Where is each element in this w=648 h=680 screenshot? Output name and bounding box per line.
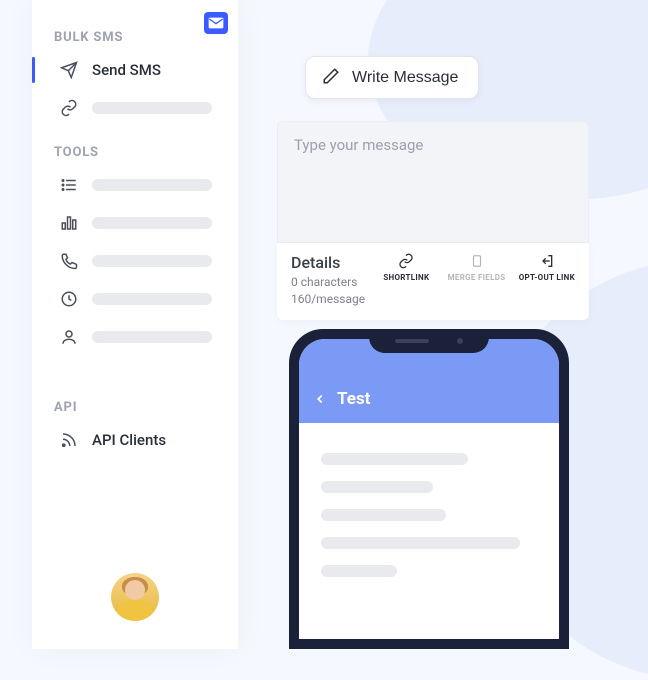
- sidebar-item-contacts[interactable]: [32, 318, 238, 356]
- back-icon[interactable]: [313, 389, 327, 409]
- message-input[interactable]: Type your message: [277, 121, 589, 243]
- details-block: Details 0 characters 160/message: [291, 253, 365, 308]
- sidebar-item-list[interactable]: [32, 166, 238, 204]
- message-placeholder-line: [321, 537, 520, 549]
- compose-footer: Details 0 characters 160/message SHORTLI…: [277, 243, 589, 320]
- sidebar-item-link[interactable]: [32, 89, 238, 127]
- details-title: Details: [291, 253, 365, 272]
- sidebar-item-analytics[interactable]: [32, 204, 238, 242]
- section-header-tools: TOOLS: [32, 127, 238, 166]
- sidebar-item-placeholder: [92, 331, 212, 343]
- link-icon: [60, 99, 78, 117]
- clock-icon: [60, 290, 78, 308]
- merge-icon: [470, 253, 484, 269]
- details-characters: 0 characters: [291, 274, 365, 291]
- sidebar-item-label: Send SMS: [92, 61, 161, 79]
- message-placeholder: Type your message: [294, 136, 572, 154]
- phone-icon: [60, 252, 78, 270]
- shortlink-label: SHORTLINK: [383, 273, 429, 282]
- opt-out-link-button[interactable]: OPT-OUT LINK: [519, 253, 575, 282]
- mail-icon[interactable]: [204, 12, 228, 34]
- message-placeholder-line: [321, 453, 468, 465]
- message-placeholder-line: [321, 481, 433, 493]
- merge-fields-label: MERGE FIELDS: [448, 273, 506, 282]
- sidebar-item-api-clients[interactable]: API Clients: [32, 421, 238, 459]
- phone-preview: Test: [289, 329, 569, 649]
- details-per-message: 160/message: [291, 291, 365, 308]
- main-content: Write Message Type your message Details …: [255, 0, 648, 649]
- sidebar-item-send-sms[interactable]: Send SMS: [32, 51, 238, 89]
- sidebar-item-calls[interactable]: [32, 242, 238, 280]
- sidebar-item-placeholder: [92, 293, 212, 305]
- pencil-icon: [322, 67, 340, 88]
- merge-fields-button: MERGE FIELDS: [448, 253, 506, 282]
- phone-notch: [369, 329, 489, 353]
- bar-chart-icon: [60, 214, 78, 232]
- sidebar-item-label: API Clients: [92, 431, 166, 449]
- sidebar: BULK SMS Send SMS TOOLS: [32, 0, 238, 649]
- section-header-api: API: [32, 382, 238, 421]
- link-icon: [398, 253, 414, 269]
- avatar[interactable]: [111, 573, 159, 621]
- sidebar-item-placeholder: [92, 102, 212, 114]
- write-message-label: Write Message: [352, 69, 458, 87]
- write-message-button[interactable]: Write Message: [305, 56, 479, 99]
- sidebar-item-placeholder: [92, 179, 212, 191]
- message-placeholder-line: [321, 565, 397, 577]
- sidebar-item-history[interactable]: [32, 280, 238, 318]
- sidebar-item-placeholder: [92, 255, 212, 267]
- rss-icon: [60, 431, 78, 449]
- phone-body: [299, 423, 559, 623]
- shortlink-button[interactable]: SHORTLINK: [378, 253, 434, 282]
- user-icon: [60, 328, 78, 346]
- opt-out-label: OPT-OUT LINK: [519, 273, 575, 282]
- send-icon: [60, 61, 78, 79]
- list-icon: [60, 176, 78, 194]
- sidebar-item-placeholder: [92, 217, 212, 229]
- phone-title: Test: [337, 389, 370, 409]
- message-placeholder-line: [321, 509, 446, 521]
- exit-icon: [539, 253, 555, 269]
